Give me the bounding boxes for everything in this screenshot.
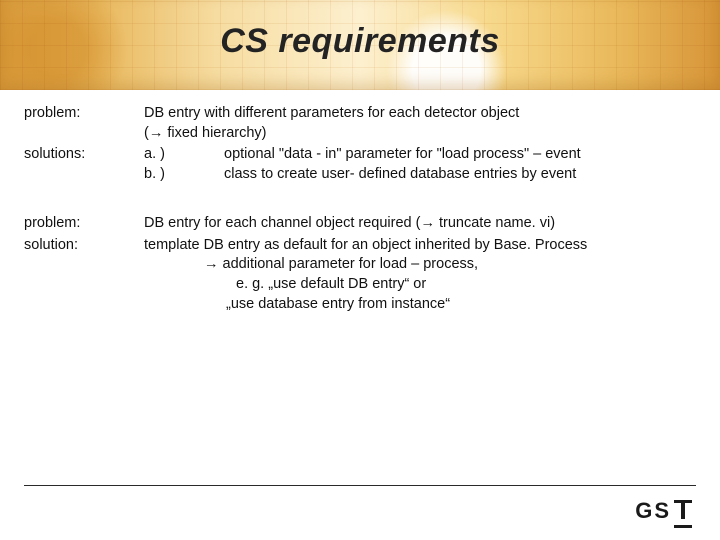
- gsi-logo: GS: [635, 498, 692, 524]
- block1-solution-a: a. ) optional "data - in" parameter for …: [144, 145, 696, 165]
- block1-a-text: optional "data - in" parameter for "load…: [224, 145, 581, 165]
- block2-solution-line2: → additional parameter for load – proces…: [144, 255, 696, 275]
- block2-solution-row: solution: template DB entry as default f…: [24, 236, 696, 314]
- block2-solution-body: template DB entry as default for an obje…: [144, 236, 696, 314]
- block1-b-tag: b. ): [144, 165, 224, 185]
- gsi-logo-i-icon: [674, 500, 692, 522]
- block1-a-tag: a. ): [144, 145, 224, 165]
- block1-problem-line1: DB entry with different parameters for e…: [144, 104, 696, 124]
- gsi-logo-text: GS: [635, 498, 671, 524]
- label-solutions-1: solutions:: [24, 145, 144, 184]
- block1-solutions-row: solutions: a. ) optional "data - in" par…: [24, 145, 696, 184]
- label-solution-2: solution:: [24, 236, 144, 314]
- slide-title: CS requirements: [0, 22, 720, 61]
- content-area: problem: DB entry with different paramet…: [24, 104, 696, 316]
- block1-problem-body: DB entry with different parameters for e…: [144, 104, 696, 143]
- block2-problem-text: DB entry for each channel object require…: [144, 214, 696, 234]
- slide: CS requirements problem: DB entry with d…: [0, 0, 720, 540]
- block2-solution-line1: template DB entry as default for an obje…: [144, 236, 696, 256]
- label-problem-2: problem:: [24, 214, 144, 234]
- block1-problem-row: problem: DB entry with different paramet…: [24, 104, 696, 143]
- label-problem-1: problem:: [24, 104, 144, 143]
- banner-background: CS requirements: [0, 0, 720, 90]
- block1-b-text: class to create user- defined database e…: [224, 165, 576, 185]
- footer-divider: [24, 485, 696, 486]
- block1-problem-line2: (→ fixed hierarchy): [144, 124, 696, 144]
- block1-solutions-body: a. ) optional "data - in" parameter for …: [144, 145, 696, 184]
- spacer: [24, 186, 696, 214]
- block2-problem-row: problem: DB entry for each channel objec…: [24, 214, 696, 234]
- block2-solution-line3: e. g. „use default DB entry“ or: [144, 275, 696, 295]
- block1-solution-b: b. ) class to create user- defined datab…: [144, 165, 696, 185]
- block2-solution-line4: „use database entry from instance“: [144, 295, 696, 315]
